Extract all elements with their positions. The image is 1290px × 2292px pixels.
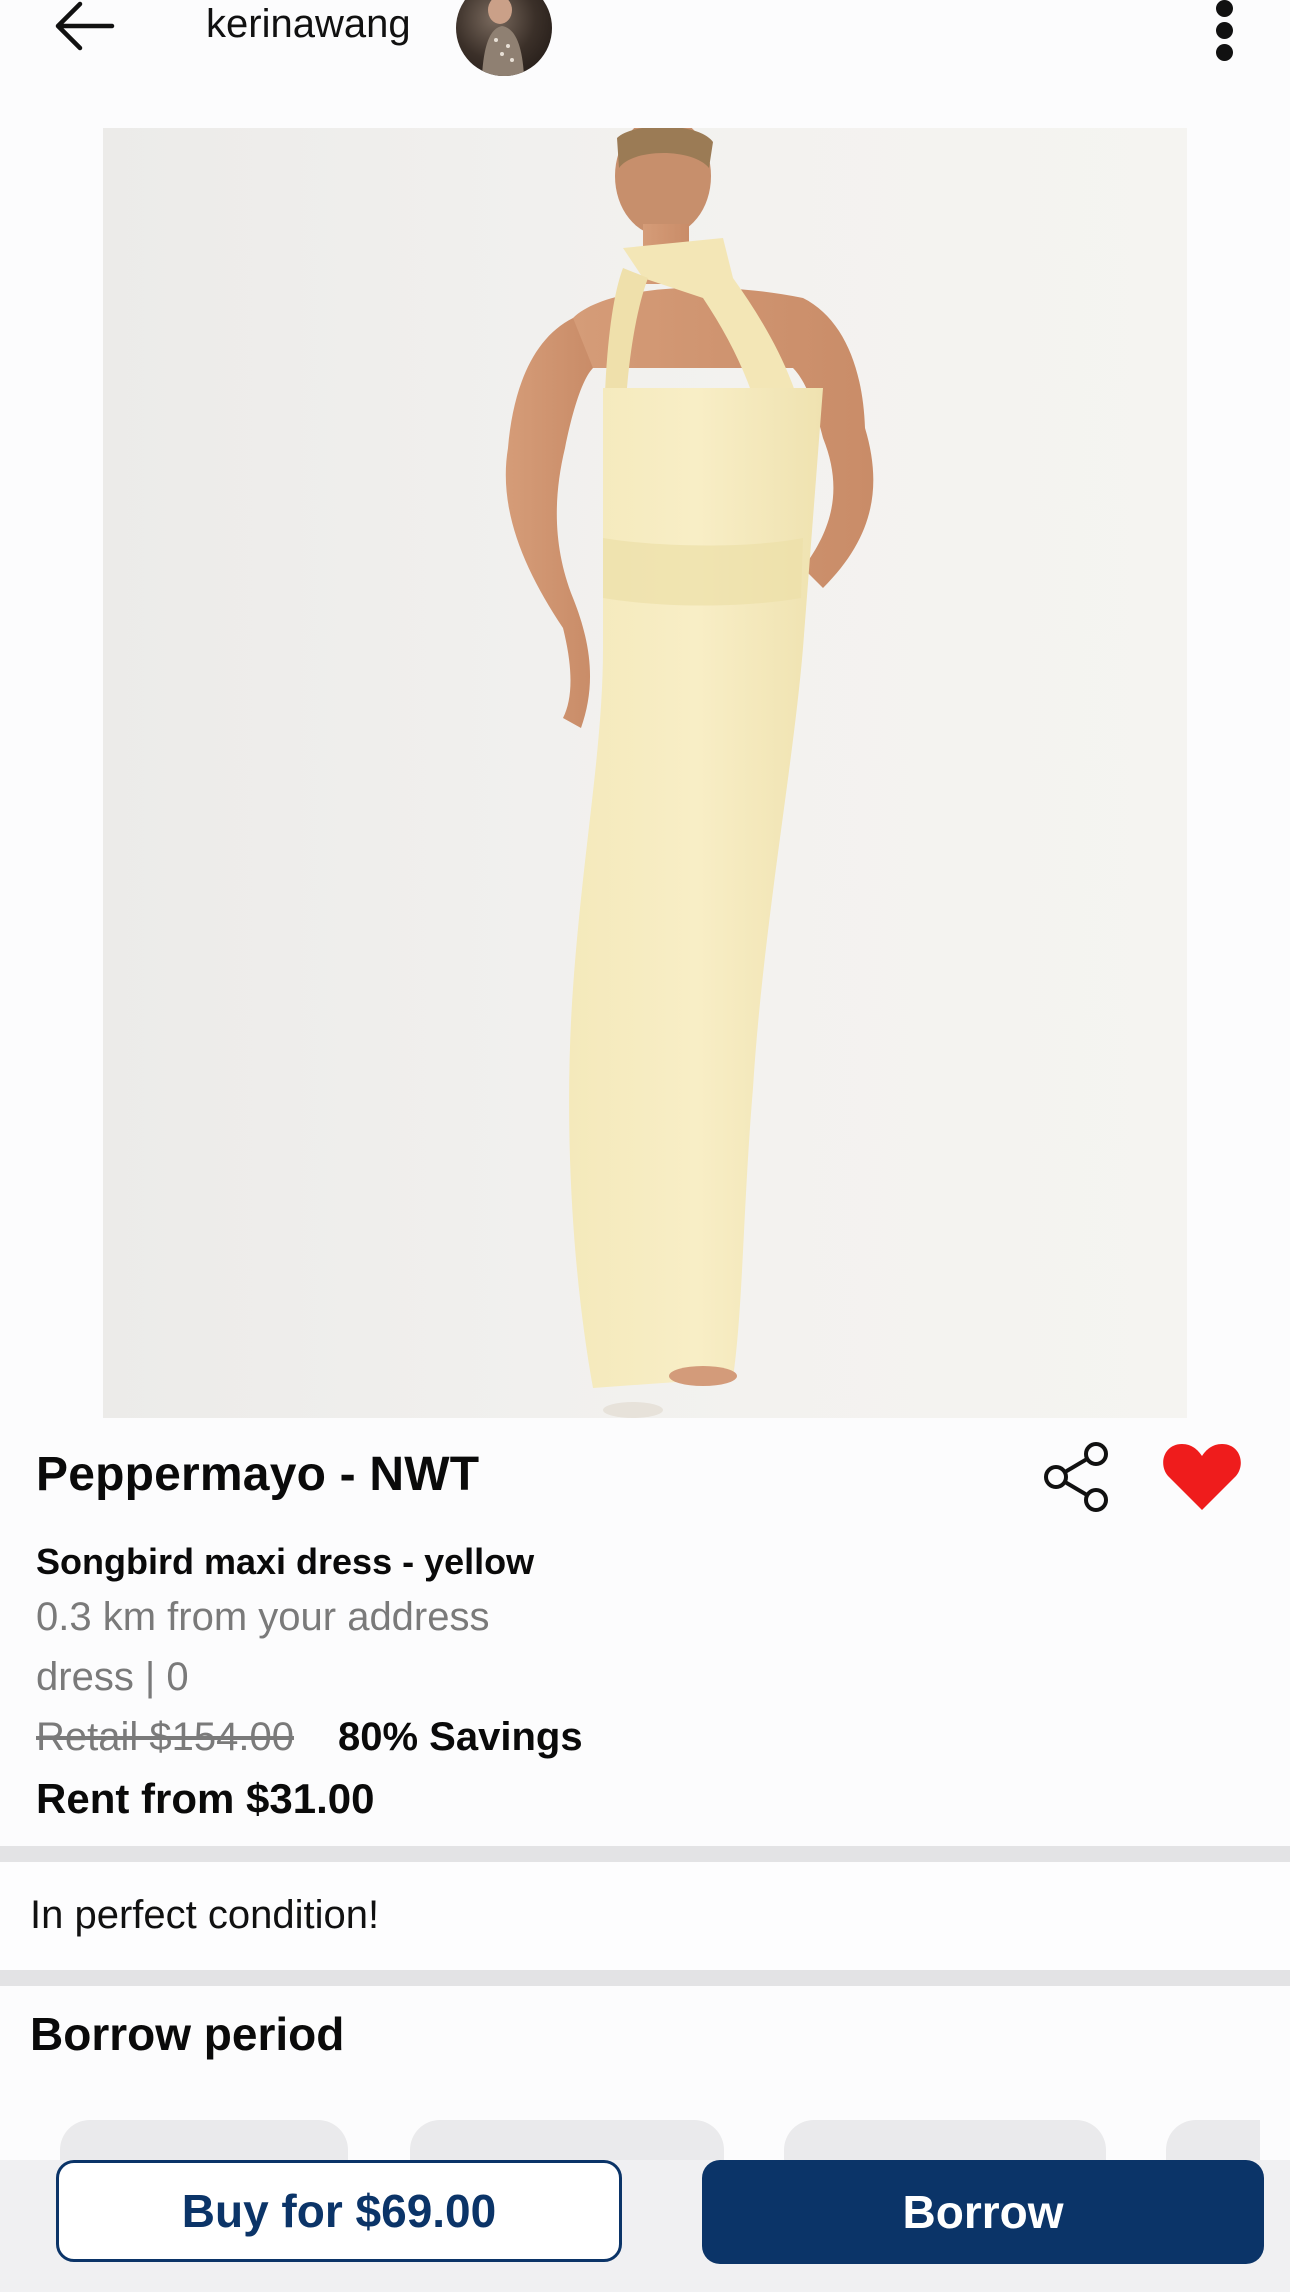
more-options-button[interactable] [1206, 0, 1246, 64]
borrow-period-title: Borrow period [30, 2008, 345, 2060]
product-title: Peppermayo - NWT [36, 1448, 480, 1501]
dress-illustration [505, 128, 874, 1418]
product-subtitle: Songbird maxi dress - yellow [36, 1541, 535, 1582]
product-photo[interactable] [103, 128, 1187, 1418]
buy-button[interactable]: Buy for $69.00 [56, 2160, 622, 2262]
retail-price: Retail $154.00 [36, 1715, 294, 1759]
back-button[interactable] [50, 0, 130, 60]
buy-button-label: Buy for $69.00 [181, 2185, 497, 2237]
arrow-left-icon [55, 1, 115, 51]
share-icon [1044, 1442, 1108, 1512]
rent-price: Rent from $31.00 [36, 1775, 375, 1822]
category-size-text: dress | 0 [36, 1655, 189, 1699]
description-note: In perfect condition! [30, 1893, 380, 1937]
favorite-button[interactable] [1160, 1440, 1244, 1514]
distance-text: 0.3 km from your address [36, 1595, 490, 1639]
seller-avatar[interactable] [456, 0, 552, 76]
heart-icon [1163, 1444, 1241, 1510]
section-divider [0, 1846, 1290, 1862]
savings-text: 80% Savings [338, 1715, 583, 1759]
share-button[interactable] [1040, 1440, 1114, 1514]
borrow-button[interactable]: Borrow [702, 2160, 1264, 2264]
section-divider [0, 1970, 1290, 1986]
seller-username[interactable]: kerinawang [206, 2, 411, 47]
avatar-photo [482, 0, 524, 76]
borrow-button-label: Borrow [902, 2186, 1064, 2238]
